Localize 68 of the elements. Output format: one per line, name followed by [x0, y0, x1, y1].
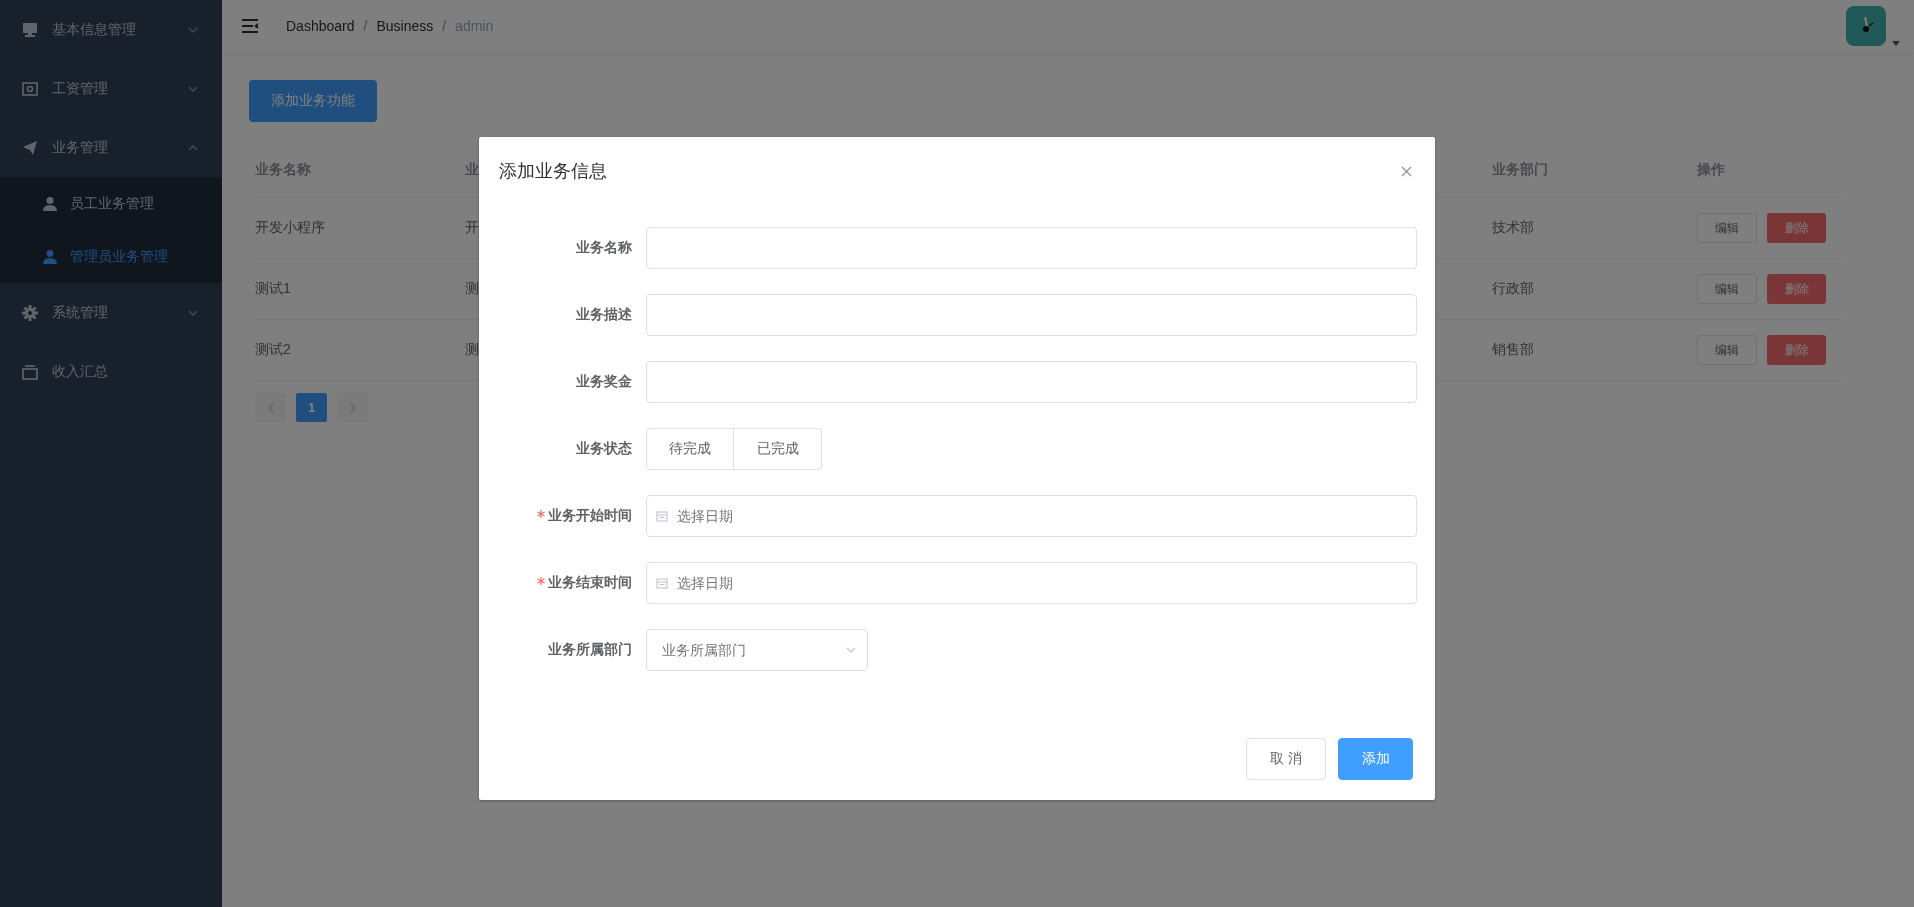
- table-cell: 开发小程序: [255, 219, 325, 237]
- delete-button[interactable]: 删除: [1767, 213, 1826, 243]
- select-field[interactable]: 业务所属部门: [646, 629, 868, 671]
- monitor-icon: [22, 21, 38, 38]
- table-cell: 测: [465, 280, 479, 298]
- table-cell: 测试1: [255, 280, 291, 298]
- field-label: 业务描述: [576, 306, 632, 324]
- box-icon: [22, 363, 38, 380]
- table-cell: 测: [465, 341, 479, 359]
- field-label: 业务名称: [576, 239, 632, 257]
- add-button[interactable]: 添加: [1338, 738, 1413, 780]
- breadcrumb-separator: /: [442, 18, 447, 34]
- radio-button[interactable]: 已完成: [734, 428, 822, 470]
- menu-item[interactable]: 收入汇总: [0, 342, 222, 401]
- dialog-title: 添加业务信息: [499, 160, 607, 183]
- chevron-left-icon: [266, 402, 275, 413]
- edit-button[interactable]: 编辑: [1697, 274, 1757, 304]
- cancel-button[interactable]: 取 消: [1246, 738, 1326, 780]
- chevron-down-icon: [188, 309, 198, 317]
- menu-item[interactable]: 基本信息管理: [0, 0, 222, 59]
- table-cell: 测试2: [255, 341, 291, 359]
- calendar-icon: [656, 577, 668, 589]
- table-cell: 技术部: [1492, 219, 1534, 237]
- settings-icon: [22, 304, 38, 321]
- page-button[interactable]: 1: [296, 393, 327, 422]
- table-cell: 行政部: [1492, 280, 1534, 298]
- avatar-icon[interactable]: [1846, 6, 1886, 46]
- chevron-down-icon: [188, 85, 198, 93]
- field-label: 业务结束时间: [548, 574, 632, 592]
- field-label: 业务状态: [576, 440, 632, 458]
- menu-item[interactable]: 系统管理: [0, 283, 222, 342]
- field-label: 业务开始时间: [548, 507, 632, 525]
- chevron-down-icon: [188, 26, 198, 34]
- add-button[interactable]: 添加业务功能: [249, 80, 377, 122]
- input-field[interactable]: [646, 227, 1417, 269]
- field-label: 业务所属部门: [548, 641, 632, 659]
- submenu-item[interactable]: 管理员业务管理: [0, 230, 222, 283]
- date-field[interactable]: 选择日期: [646, 562, 1417, 604]
- calendar-icon: [656, 510, 668, 522]
- next-page-button[interactable]: [337, 393, 368, 422]
- radio-button[interactable]: 待完成: [646, 428, 734, 470]
- breadcrumb-link[interactable]: Business: [376, 18, 434, 34]
- user-icon: [42, 248, 58, 265]
- menu-icon[interactable]: [242, 19, 258, 33]
- table-cell: 开: [465, 219, 479, 237]
- delete-button[interactable]: 删除: [1767, 274, 1826, 304]
- edit-button[interactable]: 编辑: [1697, 335, 1757, 365]
- edit-button[interactable]: 编辑: [1697, 213, 1757, 243]
- breadcrumb-separator: /: [363, 18, 368, 34]
- chevron-down-icon: [846, 647, 856, 653]
- submenu-item[interactable]: 员工业务管理: [0, 177, 222, 230]
- delete-button[interactable]: 删除: [1767, 335, 1826, 365]
- input-field[interactable]: [646, 294, 1417, 336]
- menu-item[interactable]: 业务管理: [0, 118, 222, 177]
- paper-plane-icon: [22, 139, 38, 156]
- close-icon[interactable]: [1401, 165, 1412, 177]
- table-cell: 销售部: [1492, 341, 1534, 359]
- menu-item[interactable]: 工资管理: [0, 59, 222, 118]
- previous-page-button[interactable]: [255, 393, 286, 422]
- date-field[interactable]: 选择日期: [646, 495, 1417, 537]
- field-label: 业务奖金: [576, 373, 632, 391]
- caret-icon[interactable]: [1892, 41, 1900, 46]
- user-icon: [42, 195, 58, 212]
- breadcrumb-link[interactable]: Dashboard: [286, 18, 355, 34]
- chevron-right-icon: [348, 402, 357, 413]
- wallet-icon: [22, 80, 38, 97]
- chevron-up-icon: [188, 144, 198, 152]
- input-field[interactable]: [646, 361, 1417, 403]
